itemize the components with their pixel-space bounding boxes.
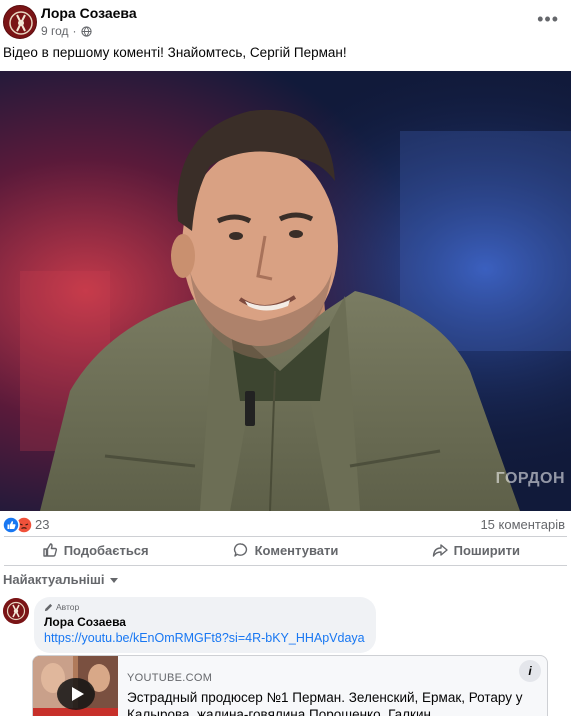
link-domain: YOUTUBE.COM — [127, 672, 213, 684]
author-badge: Автор — [44, 602, 366, 612]
comment-link[interactable]: https://youtu.be/kEnOmRMGFt8?si=4R-bKY_H… — [44, 631, 366, 645]
more-options-icon[interactable]: ••• — [537, 10, 559, 28]
meta-separator: · — [72, 24, 77, 38]
reactions-row: 23 15 коментарів — [0, 514, 571, 536]
video-thumbnail[interactable] — [33, 656, 118, 716]
post-timestamp[interactable]: 9 год — [41, 24, 69, 38]
post-actions: Подобається Коментувати Поширити — [0, 536, 571, 564]
globe-icon — [80, 25, 92, 37]
divider — [4, 565, 567, 566]
comments-count[interactable]: 15 коментарів — [480, 517, 565, 532]
post-header: Лора Созаева 9 год · ••• — [0, 0, 571, 44]
comment-author-avatar[interactable] — [3, 598, 29, 624]
author-avatar[interactable] — [3, 5, 37, 39]
sort-label: Найактуальніші — [3, 572, 105, 587]
like-button[interactable]: Подобається — [0, 536, 190, 564]
share-icon — [432, 544, 448, 557]
post-author-name[interactable]: Лора Созаева — [41, 5, 137, 21]
comment-bubble: Автор Лора Созаева https://youtu.be/kEnO… — [34, 597, 376, 653]
reactions-count[interactable]: 23 — [35, 517, 49, 532]
link-preview-card[interactable]: YOUTUBE.COM Эстрадный продюсер №1 Перман… — [32, 655, 548, 716]
share-label: Поширити — [453, 542, 521, 558]
pencil-icon — [44, 603, 53, 611]
like-icon — [2, 516, 20, 534]
comment-icon — [233, 543, 247, 557]
reaction-icons[interactable] — [2, 516, 34, 534]
share-button[interactable]: Поширити — [381, 536, 571, 564]
post-text: Відео в першому коменті! Знайомтесь, Сер… — [3, 45, 347, 60]
comment-button[interactable]: Коментувати — [190, 536, 380, 564]
play-icon[interactable] — [57, 678, 95, 710]
caret-down-icon — [109, 578, 118, 583]
comment-label: Коментувати — [254, 542, 339, 558]
author-badge-label: Автор — [56, 602, 80, 612]
like-label: Подобається — [63, 542, 149, 558]
image-watermark: ГОРДОН — [495, 470, 565, 487]
link-title[interactable]: Эстрадный продюсер №1 Перман. Зеленский,… — [127, 689, 537, 716]
post-meta: 9 год · — [41, 24, 92, 38]
comments-sort-dropdown[interactable]: Найактуальніші — [3, 572, 118, 587]
post-photo[interactable]: ГОРДОН — [0, 71, 571, 511]
thumbs-up-icon — [43, 543, 57, 557]
info-icon[interactable]: i — [519, 660, 541, 682]
comment-author-name[interactable]: Лора Созаева — [44, 615, 366, 629]
